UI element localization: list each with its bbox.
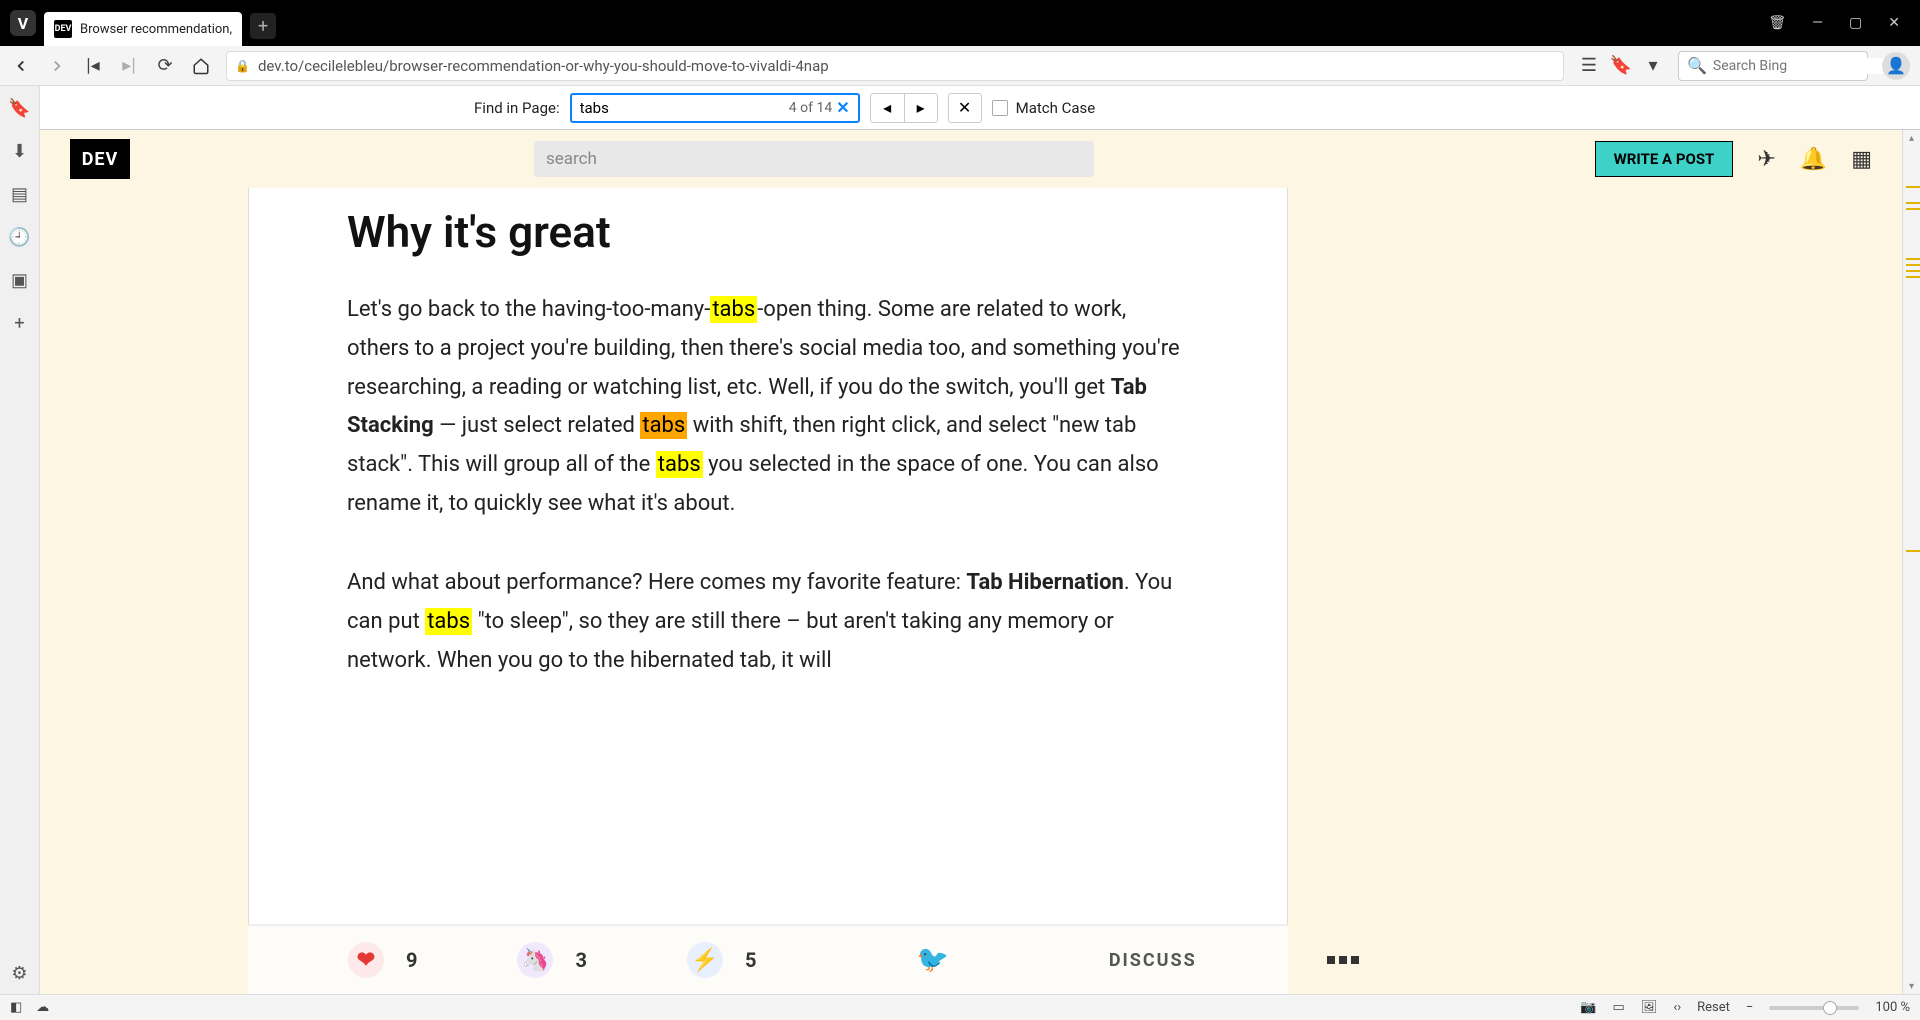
close-icon[interactable]: ✕ bbox=[1888, 15, 1900, 31]
find-in-page-bar: Find in Page: 4 of 14 ✕ ◂ ▸ ✕ Match Case bbox=[0, 86, 1920, 130]
home-button[interactable] bbox=[190, 55, 212, 77]
highlight-current-match: tabs bbox=[640, 412, 687, 439]
scrollbar[interactable]: ▴ ▾ bbox=[1902, 130, 1920, 994]
write-post-button[interactable]: WRITE A POST bbox=[1595, 141, 1734, 177]
highlight-match: tabs bbox=[656, 451, 703, 478]
panel-toggle-icon[interactable]: ◧ bbox=[10, 1000, 22, 1015]
browser-tab[interactable]: DEV Browser recommendation, bbox=[44, 12, 242, 46]
scroll-up-button[interactable]: ▴ bbox=[1903, 130, 1920, 146]
status-bar: ◧ ☁ 📷 ▭ 🖼 ‹› Reset − + 100 % bbox=[0, 994, 1920, 1020]
article-action-bar: ❤ 9 🦄 3 ⚡ 5 🐦 DISCUSS bbox=[248, 924, 1288, 994]
window-titlebar: V DEV Browser recommendation, + 🗑 — ▢ ✕ bbox=[0, 0, 1920, 46]
url-text: dev.to/cecilelebleu/browser-recommendati… bbox=[258, 57, 829, 75]
side-panel: 🔖 ⬇ ▤ 🕘 ▣ + ⚙ bbox=[0, 86, 40, 994]
find-clear-button[interactable]: ✕ bbox=[836, 98, 849, 117]
highlight-match: tabs bbox=[710, 296, 757, 323]
lock-icon: 🔒 bbox=[235, 59, 250, 73]
maximize-icon[interactable]: ▢ bbox=[1849, 15, 1862, 31]
new-tab-button[interactable]: + bbox=[250, 13, 276, 39]
tab-title: Browser recommendation, bbox=[80, 22, 232, 37]
find-close-button[interactable]: ✕ bbox=[948, 93, 982, 123]
match-case-checkbox[interactable] bbox=[992, 100, 1008, 116]
dropdown-icon[interactable]: ▾ bbox=[1642, 55, 1664, 77]
sync-icon[interactable]: ☁ bbox=[36, 1000, 49, 1015]
screenshot-icon[interactable]: 📷 bbox=[1580, 1000, 1596, 1015]
rewind-button[interactable]: |◂ bbox=[82, 55, 104, 77]
heart-count: 9 bbox=[406, 948, 417, 972]
find-prev-button[interactable]: ◂ bbox=[870, 93, 904, 123]
window-panel-icon[interactable]: ▣ bbox=[11, 270, 28, 291]
search-engine-field[interactable]: 🔍 ▾ bbox=[1678, 51, 1868, 81]
dev-logo[interactable]: DEV bbox=[70, 139, 130, 179]
notifications-icon[interactable]: 🔔 bbox=[1800, 147, 1827, 172]
unicorn-button[interactable]: 🦄 3 bbox=[517, 942, 586, 978]
settings-icon[interactable]: ⚙ bbox=[11, 963, 27, 984]
article-heading: Why it's great bbox=[347, 206, 1189, 258]
highlight-match: tabs bbox=[425, 608, 472, 635]
site-search-input[interactable]: search bbox=[534, 141, 1094, 177]
minimize-icon[interactable]: — bbox=[1812, 15, 1823, 31]
bolt-count: 5 bbox=[745, 948, 756, 972]
find-label: Find in Page: bbox=[474, 99, 560, 117]
connect-icon[interactable]: ✈ bbox=[1757, 147, 1775, 172]
page-actions-icon[interactable]: ‹› bbox=[1673, 1000, 1681, 1015]
tiling-icon[interactable]: ▭ bbox=[1613, 1000, 1625, 1015]
navigation-bar: |◂ ▸| ⟳ 🔒 dev.to/cecilelebleu/browser-re… bbox=[0, 46, 1920, 86]
tab-favicon: DEV bbox=[54, 20, 72, 38]
back-button[interactable] bbox=[10, 55, 32, 77]
heart-icon: ❤ bbox=[348, 942, 384, 978]
unicorn-icon: 🦄 bbox=[517, 942, 553, 978]
search-icon: 🔍 bbox=[1687, 56, 1707, 75]
find-input[interactable] bbox=[580, 99, 789, 117]
more-actions-button[interactable] bbox=[1327, 956, 1359, 964]
unicorn-count: 3 bbox=[575, 948, 586, 972]
trash-icon[interactable]: 🗑 bbox=[1768, 15, 1786, 31]
discuss-button[interactable]: DISCUSS bbox=[1109, 950, 1197, 971]
match-case-toggle[interactable]: Match Case bbox=[992, 99, 1096, 117]
profile-avatar[interactable]: 👤 bbox=[1882, 52, 1910, 80]
search-input[interactable] bbox=[1713, 58, 1891, 74]
url-field[interactable]: 🔒 dev.to/cecilelebleu/browser-recommenda… bbox=[226, 51, 1564, 81]
forward-button[interactable] bbox=[46, 55, 68, 77]
find-next-button[interactable]: ▸ bbox=[904, 93, 938, 123]
reload-button[interactable]: ⟳ bbox=[154, 55, 176, 77]
share-twitter-button[interactable]: 🐦 bbox=[916, 945, 948, 975]
page-content: Why it's great Let's go back to the havi… bbox=[40, 188, 1902, 994]
article-paragraph-1: Let's go back to the having-too-many-tab… bbox=[347, 290, 1189, 523]
history-panel-icon[interactable]: 🕘 bbox=[8, 227, 30, 248]
scroll-down-button[interactable]: ▾ bbox=[1903, 978, 1920, 994]
readinglist-button[interactable]: ⚡ 5 bbox=[687, 942, 756, 978]
article-paragraph-2: And what about performance? Here comes m… bbox=[347, 563, 1189, 679]
find-input-wrapper: 4 of 14 ✕ bbox=[570, 93, 860, 123]
add-panel-button[interactable]: + bbox=[14, 313, 24, 334]
site-header: DEV search WRITE A POST ✈ 🔔 ▦ bbox=[40, 130, 1902, 188]
downloads-panel-icon[interactable]: ⬇ bbox=[12, 141, 27, 162]
zoom-reset-button[interactable]: Reset bbox=[1697, 1000, 1730, 1015]
article-body: Why it's great Let's go back to the havi… bbox=[248, 188, 1288, 994]
images-toggle-icon[interactable]: 🖼 bbox=[1641, 1000, 1658, 1015]
zoom-out-button[interactable]: − bbox=[1746, 1000, 1753, 1015]
fastforward-button[interactable]: ▸| bbox=[118, 55, 140, 77]
bookmark-bolt-icon: ⚡ bbox=[687, 942, 723, 978]
like-heart-button[interactable]: ❤ 9 bbox=[348, 942, 417, 978]
bookmark-icon[interactable]: 🔖 bbox=[1610, 55, 1632, 77]
menu-grid-icon[interactable]: ▦ bbox=[1851, 147, 1872, 172]
reader-view-icon[interactable]: ☰ bbox=[1578, 55, 1600, 77]
zoom-level: 100 % bbox=[1875, 1000, 1910, 1015]
twitter-icon: 🐦 bbox=[916, 945, 948, 975]
notes-panel-icon[interactable]: ▤ bbox=[11, 184, 28, 205]
zoom-slider[interactable] bbox=[1769, 1006, 1859, 1010]
bookmarks-panel-icon[interactable]: 🔖 bbox=[8, 98, 30, 119]
vivaldi-logo[interactable]: V bbox=[10, 10, 36, 36]
match-case-label: Match Case bbox=[1016, 99, 1096, 117]
find-count: 4 of 14 bbox=[789, 100, 832, 116]
